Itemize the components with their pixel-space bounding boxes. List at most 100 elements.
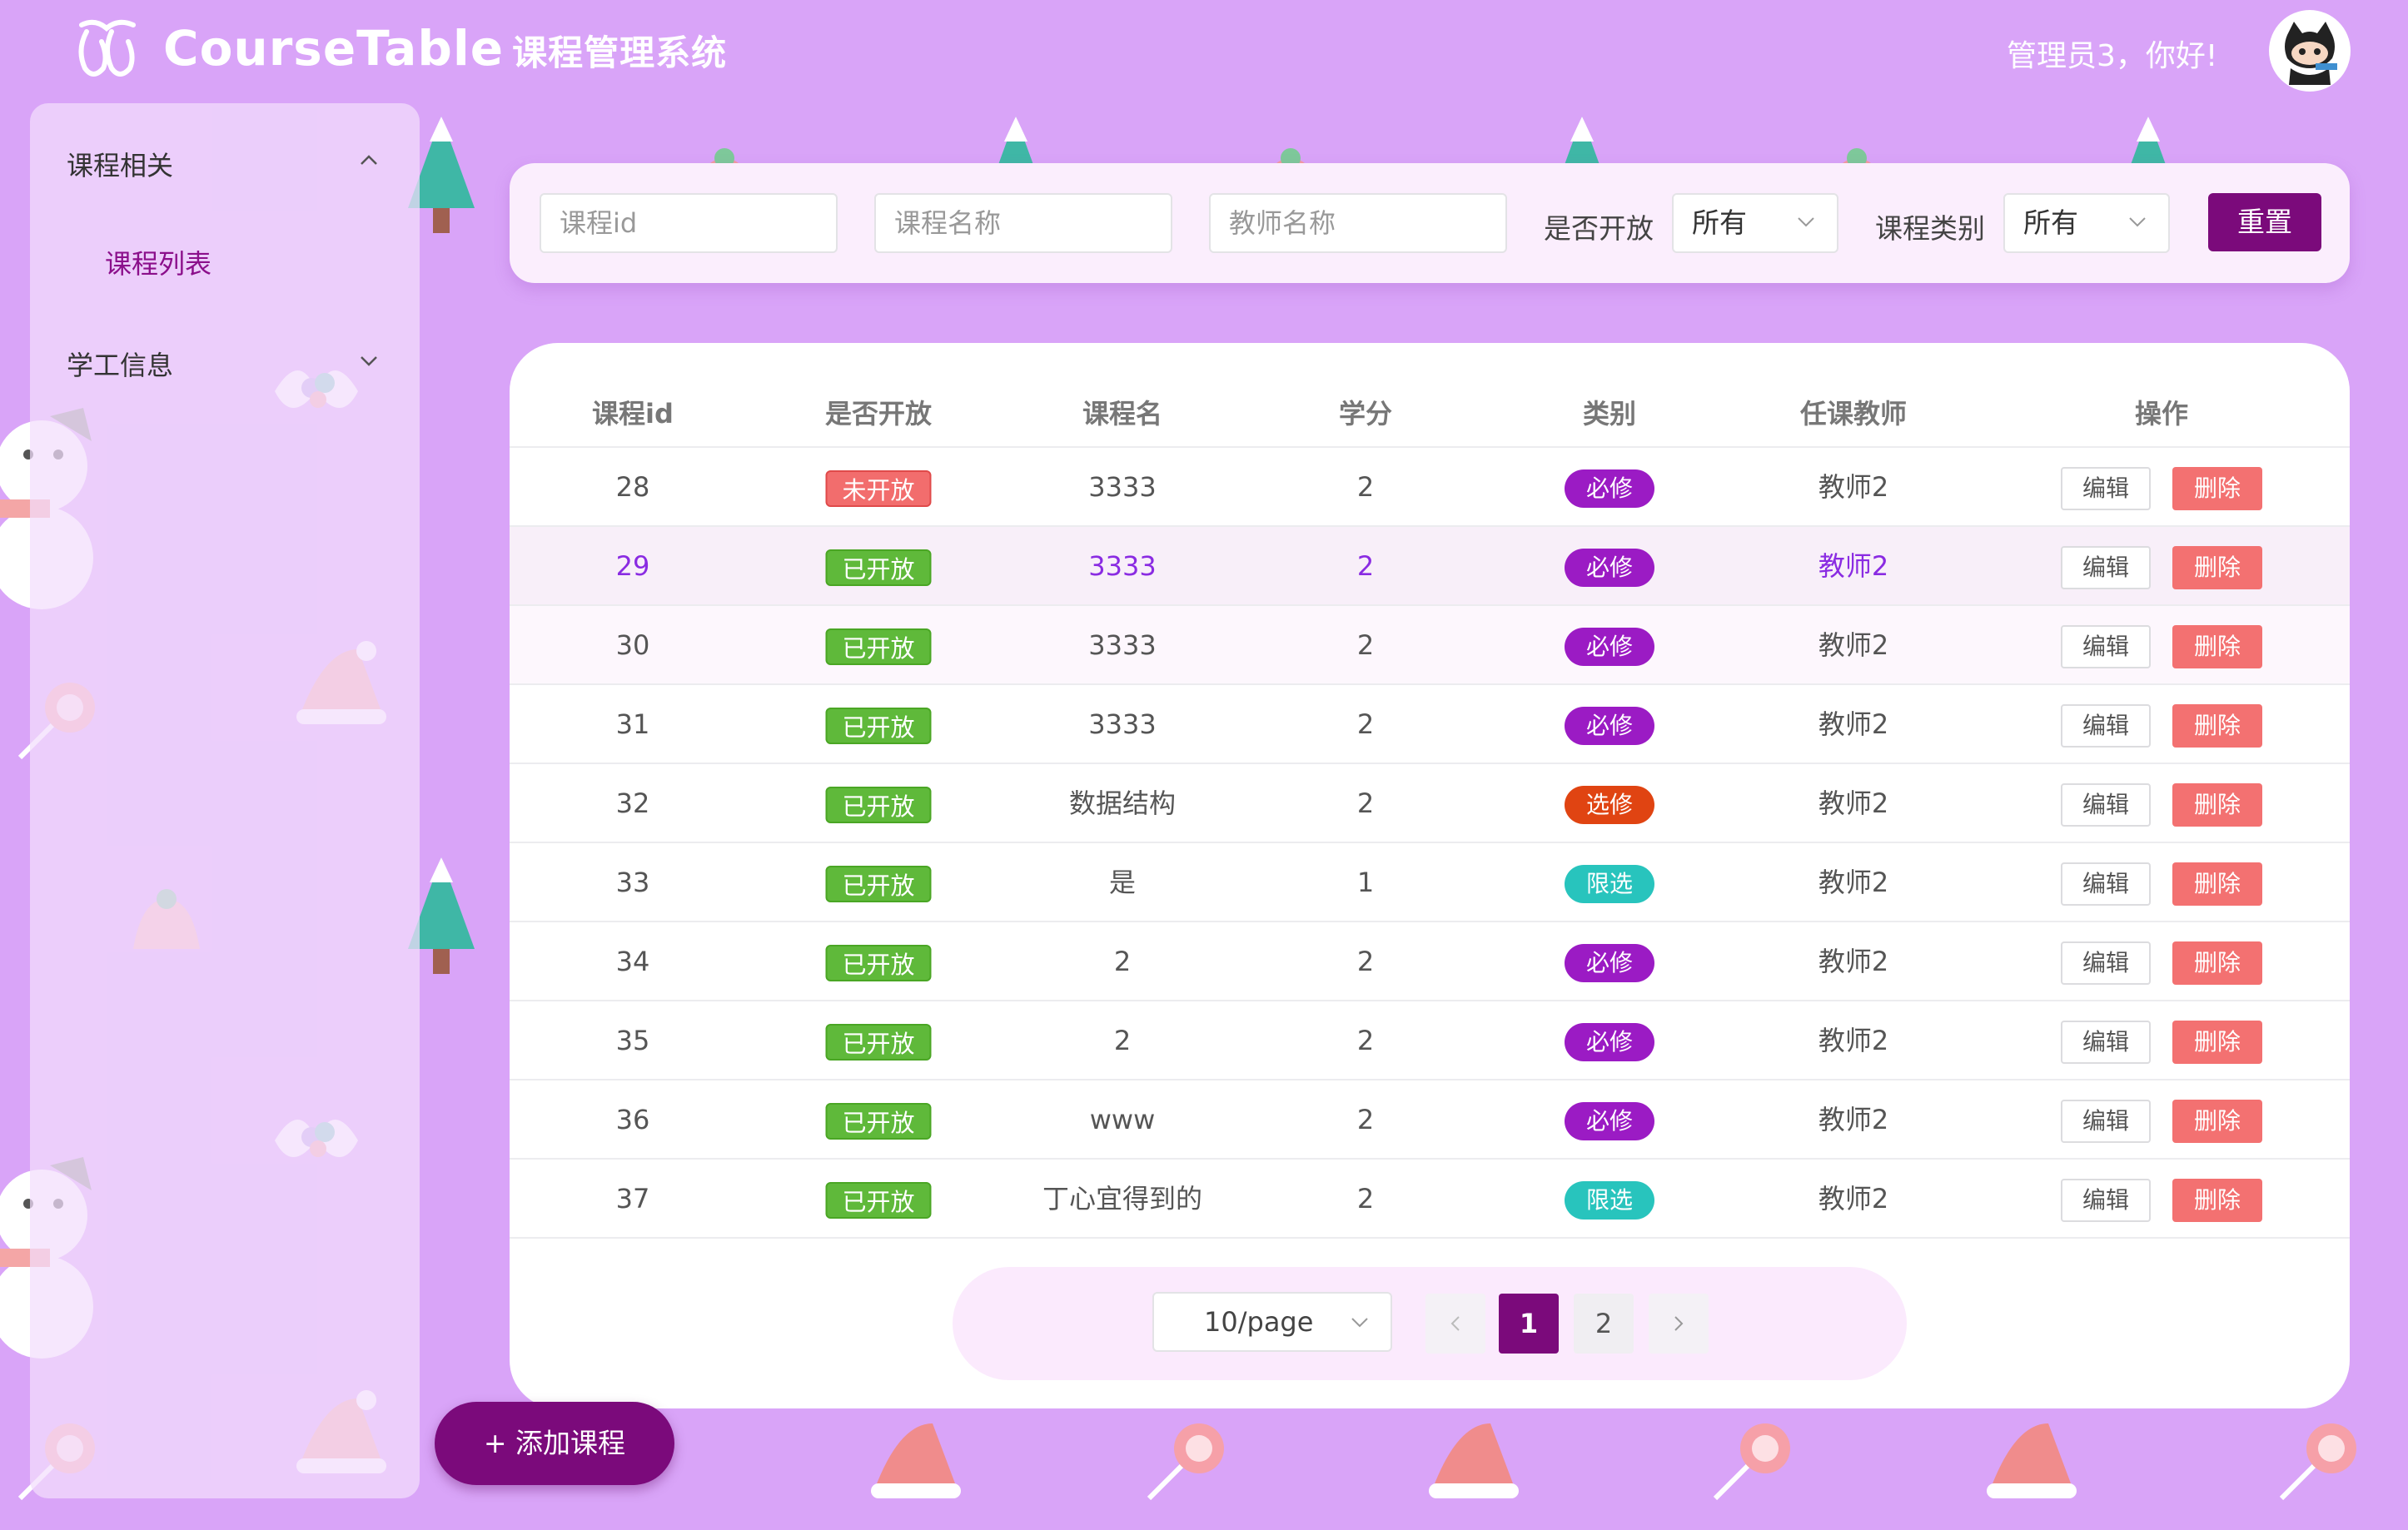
column-header-id: 课程id <box>592 398 674 430</box>
sidebar-item-course-list[interactable]: 课程列表 <box>105 243 211 281</box>
column-header-open: 是否开放 <box>824 398 933 430</box>
delete-button[interactable]: 删除 <box>2172 1100 2262 1143</box>
delete-button[interactable]: 删除 <box>2172 1021 2262 1064</box>
type-badge: 必修 <box>1564 469 1655 508</box>
table-row[interactable]: 35 已开放 2 2 必修 教师2 编辑 删除 <box>510 1001 2350 1080</box>
type-filter-select[interactable]: 所有 <box>2003 193 2170 253</box>
delete-button[interactable]: 删除 <box>2172 546 2262 589</box>
table-row[interactable]: 29 已开放 3333 2 必修 教师2 编辑 删除 <box>510 527 2350 606</box>
edit-button[interactable]: 编辑 <box>2061 704 2151 748</box>
table-row[interactable]: 34 已开放 2 2 必修 教师2 编辑 删除 <box>510 922 2350 1001</box>
type-badge: 选修 <box>1564 786 1655 824</box>
table-row[interactable]: 30 已开放 3333 2 必修 教师2 编辑 删除 <box>510 606 2350 685</box>
edit-button[interactable]: 编辑 <box>2061 546 2151 589</box>
cell-open-status: 已开放 <box>825 685 932 764</box>
santa-hat-decoration-icon <box>1429 1423 1519 1498</box>
cell-course-name: 丁心宜得到的 <box>1042 1183 1203 1215</box>
type-filter-label: 课程类别 <box>1875 212 1985 245</box>
next-page-button[interactable] <box>1649 1294 1709 1354</box>
cell-course-id: 33 <box>615 867 650 898</box>
open-filter-label: 是否开放 <box>1544 212 1654 245</box>
cell-credit: 2 <box>1356 629 1375 661</box>
sidebar-item-label: 课程列表 <box>105 248 212 280</box>
table-row[interactable]: 31 已开放 3333 2 必修 教师2 编辑 删除 <box>510 685 2350 764</box>
edit-button[interactable]: 编辑 <box>2061 625 2151 668</box>
table-row[interactable]: 33 已开放 是 1 限选 教师2 编辑 删除 <box>510 843 2350 922</box>
delete-button[interactable]: 删除 <box>2172 704 2262 748</box>
cell-credit: 2 <box>1356 787 1375 819</box>
cell-actions: 编辑 删除 <box>2061 685 2262 764</box>
edit-button[interactable]: 编辑 <box>2061 1179 2151 1222</box>
cell-actions: 编辑 删除 <box>2061 764 2262 843</box>
open-filter-select[interactable]: 所有 <box>1672 193 1838 253</box>
brand-title: CourseTable 课程管理系统 <box>163 20 727 77</box>
cell-course-id: 29 <box>615 550 650 582</box>
cell-credit: 2 <box>1356 1104 1375 1135</box>
add-course-button[interactable]: + 添加课程 <box>435 1402 674 1485</box>
table-row[interactable]: 37 已开放 丁心宜得到的 2 限选 教师2 编辑 删除 <box>510 1160 2350 1239</box>
chevron-down-icon <box>2129 217 2146 227</box>
delete-button[interactable]: 删除 <box>2172 1179 2262 1222</box>
course-id-input[interactable]: 课程id <box>540 193 838 253</box>
status-badge: 已开放 <box>825 549 932 586</box>
cell-type: 必修 <box>1564 606 1655 685</box>
lollipop-decoration-icon <box>2279 1423 2356 1501</box>
cell-credit: 2 <box>1356 1025 1375 1056</box>
chevron-up-icon[interactable] <box>358 150 380 171</box>
cell-actions: 编辑 删除 <box>2061 527 2262 606</box>
edit-button[interactable]: 编辑 <box>2061 941 2151 985</box>
delete-button[interactable]: 删除 <box>2172 625 2262 668</box>
user-avatar[interactable] <box>2269 10 2351 92</box>
cell-type: 必修 <box>1564 1080 1655 1160</box>
cell-open-status: 已开放 <box>825 527 932 606</box>
course-name-input[interactable]: 课程名称 <box>874 193 1172 253</box>
edit-button[interactable]: 编辑 <box>2061 783 2151 827</box>
cell-course-id: 31 <box>615 708 650 740</box>
cell-open-status: 已开放 <box>825 606 932 685</box>
chevron-down-icon[interactable] <box>358 350 380 371</box>
cell-course-id: 36 <box>615 1104 650 1135</box>
delete-button[interactable]: 删除 <box>2172 467 2262 510</box>
top-header: CourseTable 课程管理系统 管理员3，你好! <box>0 0 2408 103</box>
type-badge: 必修 <box>1564 628 1655 666</box>
sidebar-group-course[interactable]: 课程相关 <box>67 145 173 183</box>
cell-teacher: 教师2 <box>1818 1104 1889 1135</box>
page-button-1[interactable]: 1 <box>1499 1294 1559 1354</box>
delete-button[interactable]: 删除 <box>2172 783 2262 827</box>
column-header-credit: 学分 <box>1338 398 1393 430</box>
table-row[interactable]: 36 已开放 www 2 必修 教师2 编辑 删除 <box>510 1080 2350 1160</box>
cell-teacher: 教师2 <box>1818 708 1889 740</box>
reset-button[interactable]: 重置 <box>2208 193 2321 251</box>
table-row[interactable]: 32 已开放 数据结构 2 选修 教师2 编辑 删除 <box>510 764 2350 843</box>
edit-button[interactable]: 编辑 <box>2061 1021 2151 1064</box>
column-header-actions: 操作 <box>2134 398 2189 430</box>
cell-teacher: 教师2 <box>1818 946 1889 977</box>
cell-type: 限选 <box>1564 843 1655 922</box>
cell-course-name: 3333 <box>1088 550 1157 582</box>
page-size-select[interactable]: 10/page <box>1152 1292 1392 1352</box>
cell-course-name: 数据结构 <box>1068 787 1177 819</box>
brand-subtitle: 课程管理系统 <box>512 32 728 73</box>
cell-credit: 2 <box>1356 946 1375 977</box>
cell-course-id: 28 <box>615 471 650 503</box>
table-row[interactable]: 28 未开放 3333 2 必修 教师2 编辑 删除 <box>510 448 2350 527</box>
cell-credit: 2 <box>1356 708 1375 740</box>
cell-open-status: 未开放 <box>825 448 932 527</box>
cell-course-name: 2 <box>1113 1025 1132 1056</box>
pagination: 10/page 1 2 <box>953 1267 1907 1380</box>
edit-button[interactable]: 编辑 <box>2061 467 2151 510</box>
edit-button[interactable]: 编辑 <box>2061 862 2151 906</box>
type-badge: 必修 <box>1564 707 1655 745</box>
delete-button[interactable]: 删除 <box>2172 862 2262 906</box>
delete-button[interactable]: 删除 <box>2172 941 2262 985</box>
cell-credit: 1 <box>1356 867 1375 898</box>
cell-actions: 编辑 删除 <box>2061 1080 2262 1160</box>
teacher-name-input[interactable]: 教师名称 <box>1209 193 1507 253</box>
edit-button[interactable]: 编辑 <box>2061 1100 2151 1143</box>
cell-actions: 编辑 删除 <box>2061 1160 2262 1239</box>
sidebar-group-student-affairs[interactable]: 学工信息 <box>67 345 173 383</box>
prev-page-button[interactable] <box>1425 1294 1485 1354</box>
cell-actions: 编辑 删除 <box>2061 1001 2262 1080</box>
type-badge: 必修 <box>1564 1102 1655 1140</box>
page-button-2[interactable]: 2 <box>1574 1294 1634 1354</box>
